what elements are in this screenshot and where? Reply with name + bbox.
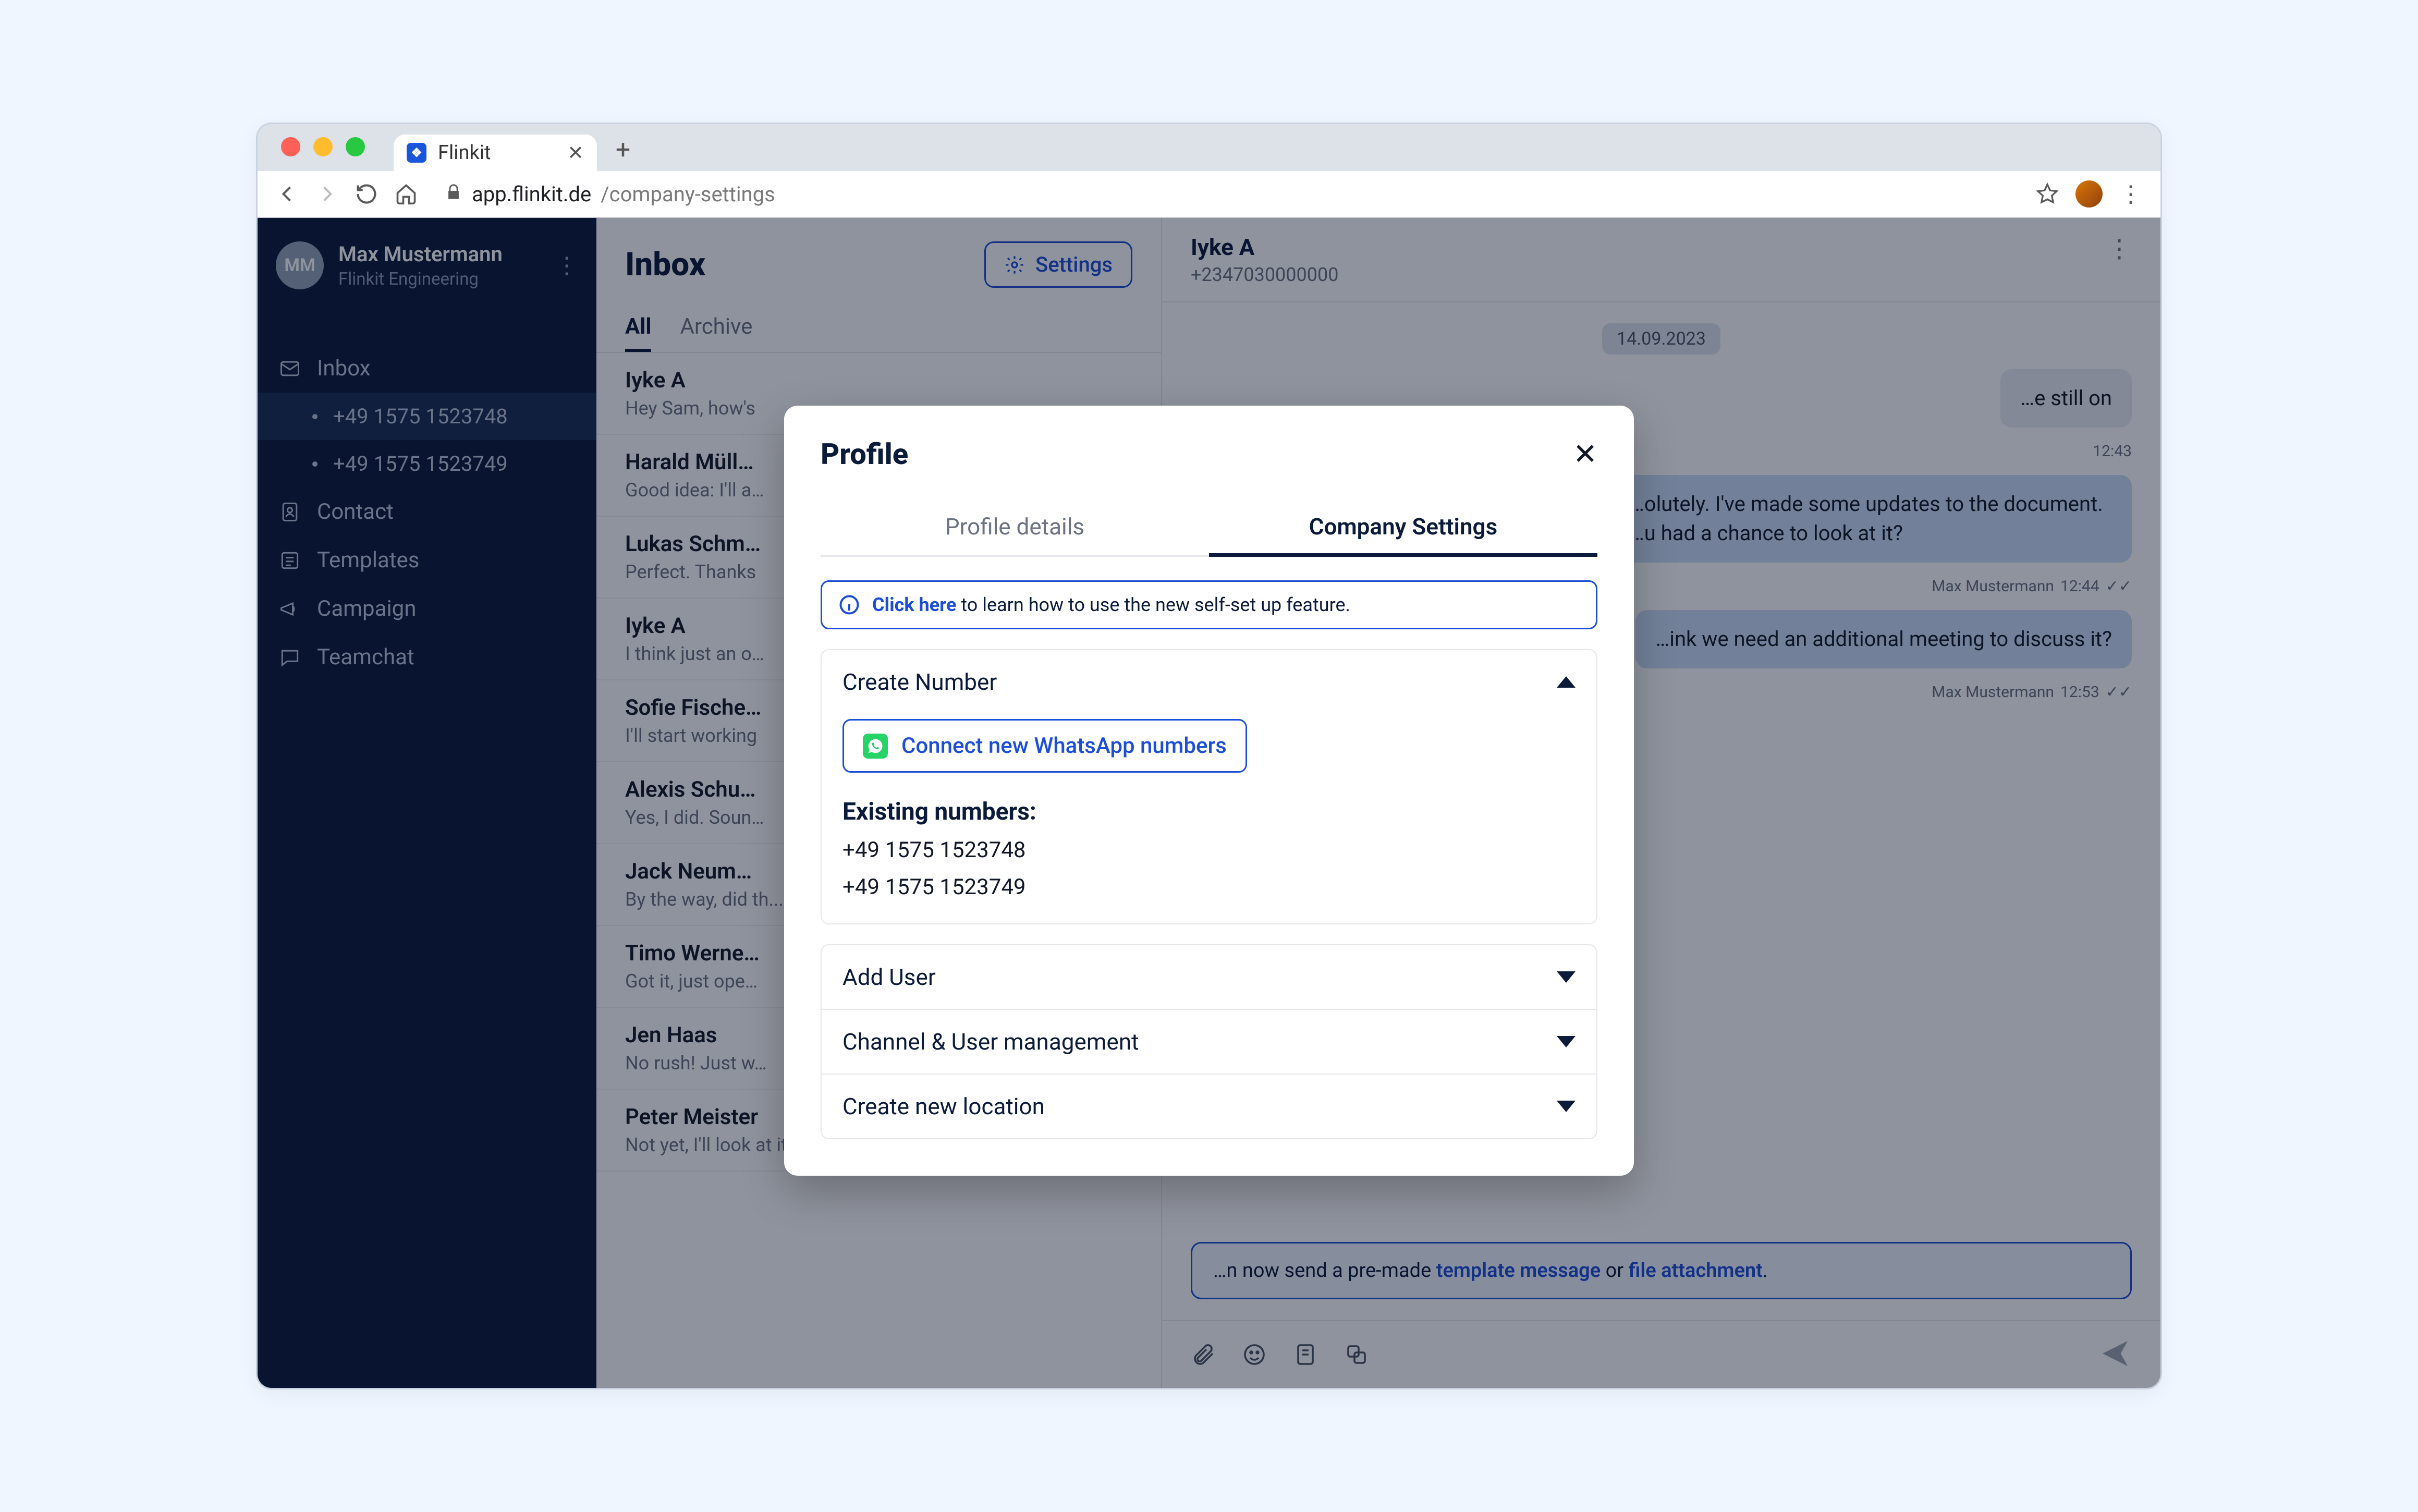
- browser-menu-icon[interactable]: ⋮: [2119, 180, 2142, 208]
- bookmark-star-icon[interactable]: [2036, 182, 2059, 205]
- browser-window: ❖ Flinkit ✕ + app.flinkit.de/company-set…: [256, 123, 2162, 1389]
- url-path: /company-settings: [601, 182, 775, 206]
- reload-button[interactable]: [355, 182, 378, 205]
- create-number-row[interactable]: Create Number: [822, 650, 1596, 714]
- app-content: MM Max Mustermann Flinkit Engineering ⋮ …: [258, 218, 2160, 1388]
- add-user-row[interactable]: Add User: [822, 945, 1596, 1010]
- modal-close-icon[interactable]: ✕: [1573, 437, 1597, 471]
- back-button[interactable]: [276, 182, 299, 205]
- modal-header: Profile ✕: [821, 437, 1597, 471]
- close-window-icon[interactable]: [281, 137, 300, 156]
- connect-whatsapp-button[interactable]: Connect new WhatsApp numbers: [842, 719, 1247, 773]
- tab-company-settings[interactable]: Company Settings: [1209, 500, 1597, 557]
- create-location-row[interactable]: Create new location: [822, 1075, 1596, 1138]
- favicon-icon: ❖: [407, 143, 426, 163]
- chevron-down-icon: [1557, 1036, 1576, 1047]
- settings-panel-group: Add User Channel & User management Creat…: [821, 944, 1597, 1139]
- lock-icon: [445, 182, 462, 206]
- profile-avatar-icon[interactable]: [2075, 180, 2103, 208]
- create-number-body: Connect new WhatsApp numbers Existing nu…: [822, 714, 1596, 923]
- info-icon: [838, 593, 861, 616]
- chevron-down-icon: [1557, 1101, 1576, 1112]
- home-button[interactable]: [395, 182, 418, 205]
- existing-number: +49 1575 1523749: [842, 874, 1576, 900]
- channel-management-row[interactable]: Channel & User management: [822, 1010, 1596, 1075]
- existing-number: +49 1575 1523748: [842, 837, 1576, 863]
- modal-tabs: Profile details Company Settings: [821, 500, 1597, 557]
- new-tab-button[interactable]: +: [610, 137, 636, 163]
- url-host: app.flinkit.de: [472, 182, 591, 206]
- existing-numbers-title: Existing numbers:: [842, 798, 1576, 826]
- modal-overlay[interactable]: Profile ✕ Profile details Company Settin…: [258, 218, 2160, 1388]
- maximize-window-icon[interactable]: [346, 137, 365, 156]
- info-banner: Click here to learn how to use the new s…: [821, 580, 1597, 629]
- modal-title: Profile: [821, 437, 908, 471]
- tab-title: Flinkit: [438, 141, 556, 164]
- window-controls: [258, 137, 388, 171]
- profile-modal: Profile ✕ Profile details Company Settin…: [784, 406, 1634, 1176]
- whatsapp-icon: [863, 734, 888, 759]
- chevron-down-icon: [1557, 971, 1576, 983]
- address-bar: app.flinkit.de/company-settings ⋮: [258, 171, 2160, 218]
- browser-tabbar: ❖ Flinkit ✕ +: [258, 124, 2160, 171]
- tab-profile-details[interactable]: Profile details: [821, 500, 1209, 557]
- browser-tab[interactable]: ❖ Flinkit ✕: [394, 135, 597, 171]
- url-field[interactable]: app.flinkit.de/company-settings: [434, 182, 2019, 206]
- tab-close-icon[interactable]: ✕: [567, 141, 584, 165]
- chevron-up-icon: [1557, 676, 1576, 688]
- info-link[interactable]: Click here: [872, 594, 956, 616]
- minimize-window-icon[interactable]: [313, 137, 333, 156]
- create-number-panel: Create Number Connect new WhatsApp numbe…: [821, 649, 1597, 924]
- forward-button: [315, 182, 338, 205]
